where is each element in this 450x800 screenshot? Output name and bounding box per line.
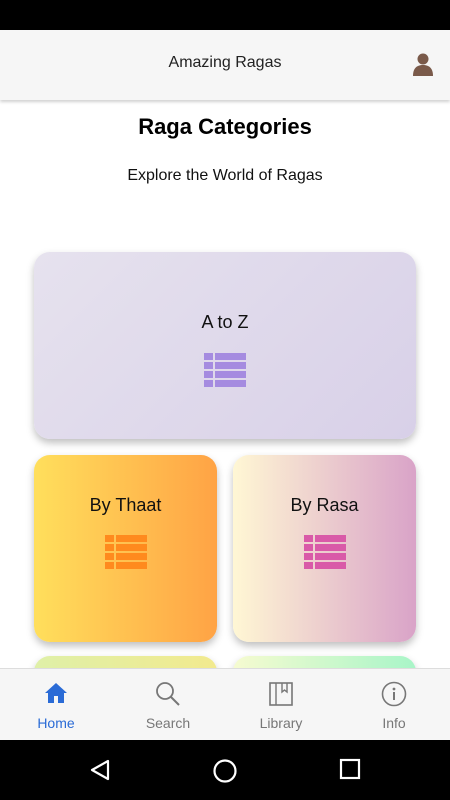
back-icon[interactable] (88, 758, 112, 787)
list-icon (204, 353, 246, 392)
nav-label-search: Search (145, 715, 191, 731)
page-subtitle: Explore the World of Ragas (127, 167, 323, 184)
category-label: A to Z (201, 312, 249, 332)
nav-label-home: Home (37, 715, 75, 731)
system-navigation-bar (0, 740, 450, 800)
nav-label-library: Library (259, 715, 303, 731)
category-label: By Thaat (89, 495, 162, 515)
page-title: Raga Categories (138, 114, 312, 139)
status-bar (0, 0, 450, 30)
app-bar: Amazing Ragas (0, 30, 450, 100)
recents-icon[interactable] (339, 758, 361, 785)
list-icon (104, 535, 147, 574)
category-card-by-thaat[interactable]: By Thaat (34, 455, 217, 642)
app-title: Amazing Ragas (168, 54, 282, 71)
bottom-navigation: Home Search Library Info (0, 668, 450, 740)
user-profile-icon[interactable] (412, 52, 434, 76)
nav-tab-home[interactable]: Home (0, 669, 112, 741)
category-card-by-rasa[interactable]: By Rasa (233, 455, 416, 642)
list-icon (303, 535, 346, 574)
home-icon (45, 683, 67, 703)
info-icon (381, 681, 407, 707)
category-card-partial-left[interactable] (34, 656, 217, 668)
nav-tab-info[interactable]: Info (338, 669, 450, 741)
category-card-a-to-z[interactable]: A to Z (34, 252, 416, 439)
search-icon (156, 682, 180, 706)
nav-tab-library[interactable]: Library (225, 669, 337, 741)
nav-tab-search[interactable]: Search (112, 669, 224, 741)
category-card-partial-right[interactable] (233, 656, 416, 668)
book-icon (269, 682, 293, 706)
nav-label-info: Info (382, 715, 406, 731)
category-label: By Rasa (290, 495, 359, 515)
home-circle-icon[interactable] (212, 758, 238, 789)
main-content: Raga Categories Explore the World of Rag… (0, 100, 450, 668)
